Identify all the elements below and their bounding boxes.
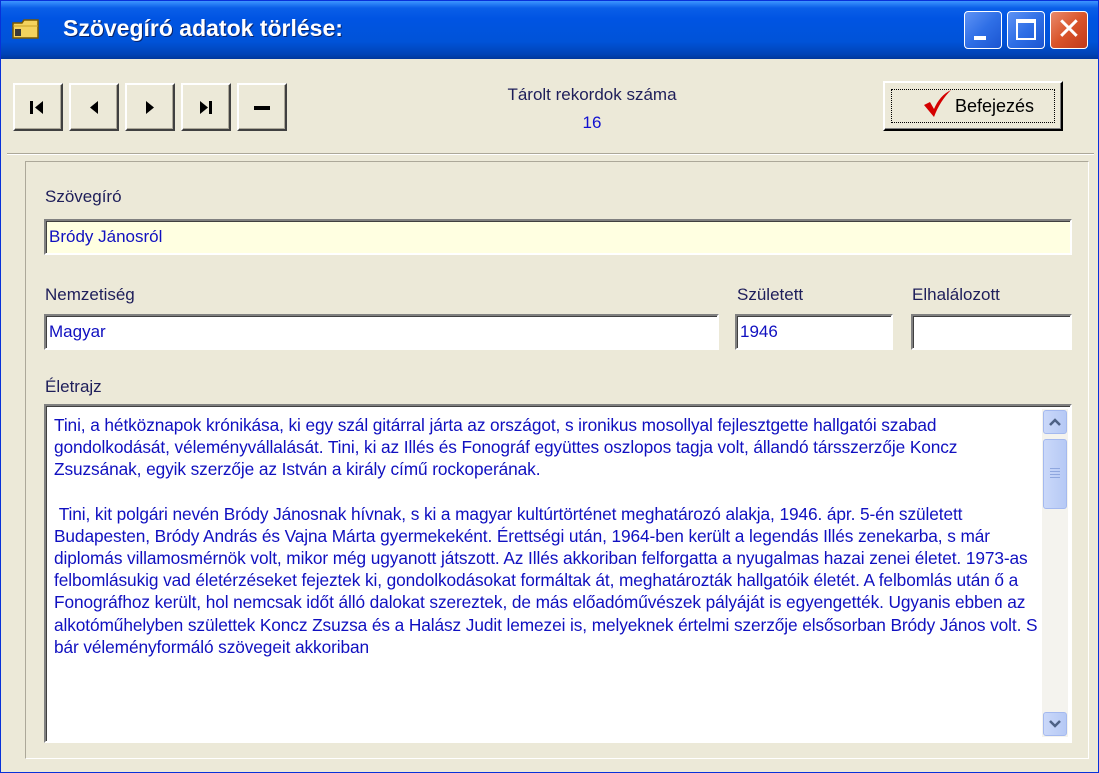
minimize-button[interactable] <box>964 11 1002 49</box>
grip-line <box>1050 471 1060 472</box>
delete-record-button[interactable] <box>237 83 287 131</box>
close-button[interactable]: ✕ <box>1050 11 1088 49</box>
app-window: Szövegíró adatok törlése: ✕ Tárolt rekor… <box>0 0 1099 773</box>
vertical-scrollbar[interactable] <box>1042 409 1068 737</box>
biography-textarea[interactable]: Tini, a hétköznapok krónikása, ki egy sz… <box>44 404 1072 743</box>
paragraph-spacer <box>54 481 1038 503</box>
nationality-field[interactable]: Magyar <box>44 314 719 350</box>
chevron-up-icon <box>1049 418 1061 426</box>
lyricist-field[interactable]: Bródy Jánosról <box>44 219 1072 255</box>
nationality-label: Nemzetiség <box>45 285 135 304</box>
died-field[interactable] <box>911 314 1072 350</box>
born-field[interactable]: 1946 <box>735 314 893 350</box>
delete-record-icon <box>254 106 270 110</box>
scroll-thumb[interactable] <box>1043 439 1067 509</box>
next-record-button[interactable] <box>125 83 175 131</box>
records-count-value: 16 <box>582 113 602 132</box>
died-label: Elhalálozott <box>912 285 1000 304</box>
previous-record-icon <box>90 101 98 114</box>
record-navigator <box>13 83 287 131</box>
chevron-down-icon <box>1049 720 1061 728</box>
toolbar-divider <box>7 154 1094 155</box>
first-record-icon <box>30 101 43 114</box>
finish-button-label: Befejezés <box>955 96 1035 116</box>
records-count-label: Tárolt rekordok száma <box>507 85 677 104</box>
previous-record-button[interactable] <box>69 83 119 131</box>
last-record-icon <box>200 101 212 114</box>
biography-paragraph: Tini, a hétköznapok krónikása, ki egy sz… <box>54 415 958 480</box>
checkmark-icon <box>924 90 951 117</box>
lyricist-label: Szövegíró <box>45 187 122 206</box>
next-record-icon <box>146 101 154 114</box>
maximize-button[interactable] <box>1007 11 1045 49</box>
close-icon: ✕ <box>1056 12 1082 47</box>
born-label: Született <box>737 285 804 304</box>
last-record-button[interactable] <box>181 83 231 131</box>
biography-label: Életrajz <box>45 377 102 396</box>
folder-icon <box>12 19 39 39</box>
window-title: Szövegíró adatok törlése: <box>63 15 343 41</box>
toolbar: Tárolt rekordok száma 16 Befejezés <box>7 63 1094 154</box>
first-record-button[interactable] <box>13 83 63 131</box>
grip-line <box>1050 474 1060 475</box>
maximize-icon <box>1016 19 1036 40</box>
title-bar[interactable]: Szövegíró adatok törlése: ✕ <box>1 1 1098 59</box>
scroll-up-button[interactable] <box>1043 410 1067 434</box>
scroll-down-button[interactable] <box>1043 712 1067 736</box>
biography-text: Tini, a hétköznapok krónikása, ki egy sz… <box>54 414 1038 658</box>
grip-line <box>1050 468 1060 469</box>
grip-line <box>1050 477 1060 478</box>
biography-paragraph: Tini, kit polgári nevén Bródy Jánosnak h… <box>54 503 1043 657</box>
finish-button[interactable]: Befejezés <box>883 81 1063 131</box>
minimize-icon <box>974 36 986 40</box>
